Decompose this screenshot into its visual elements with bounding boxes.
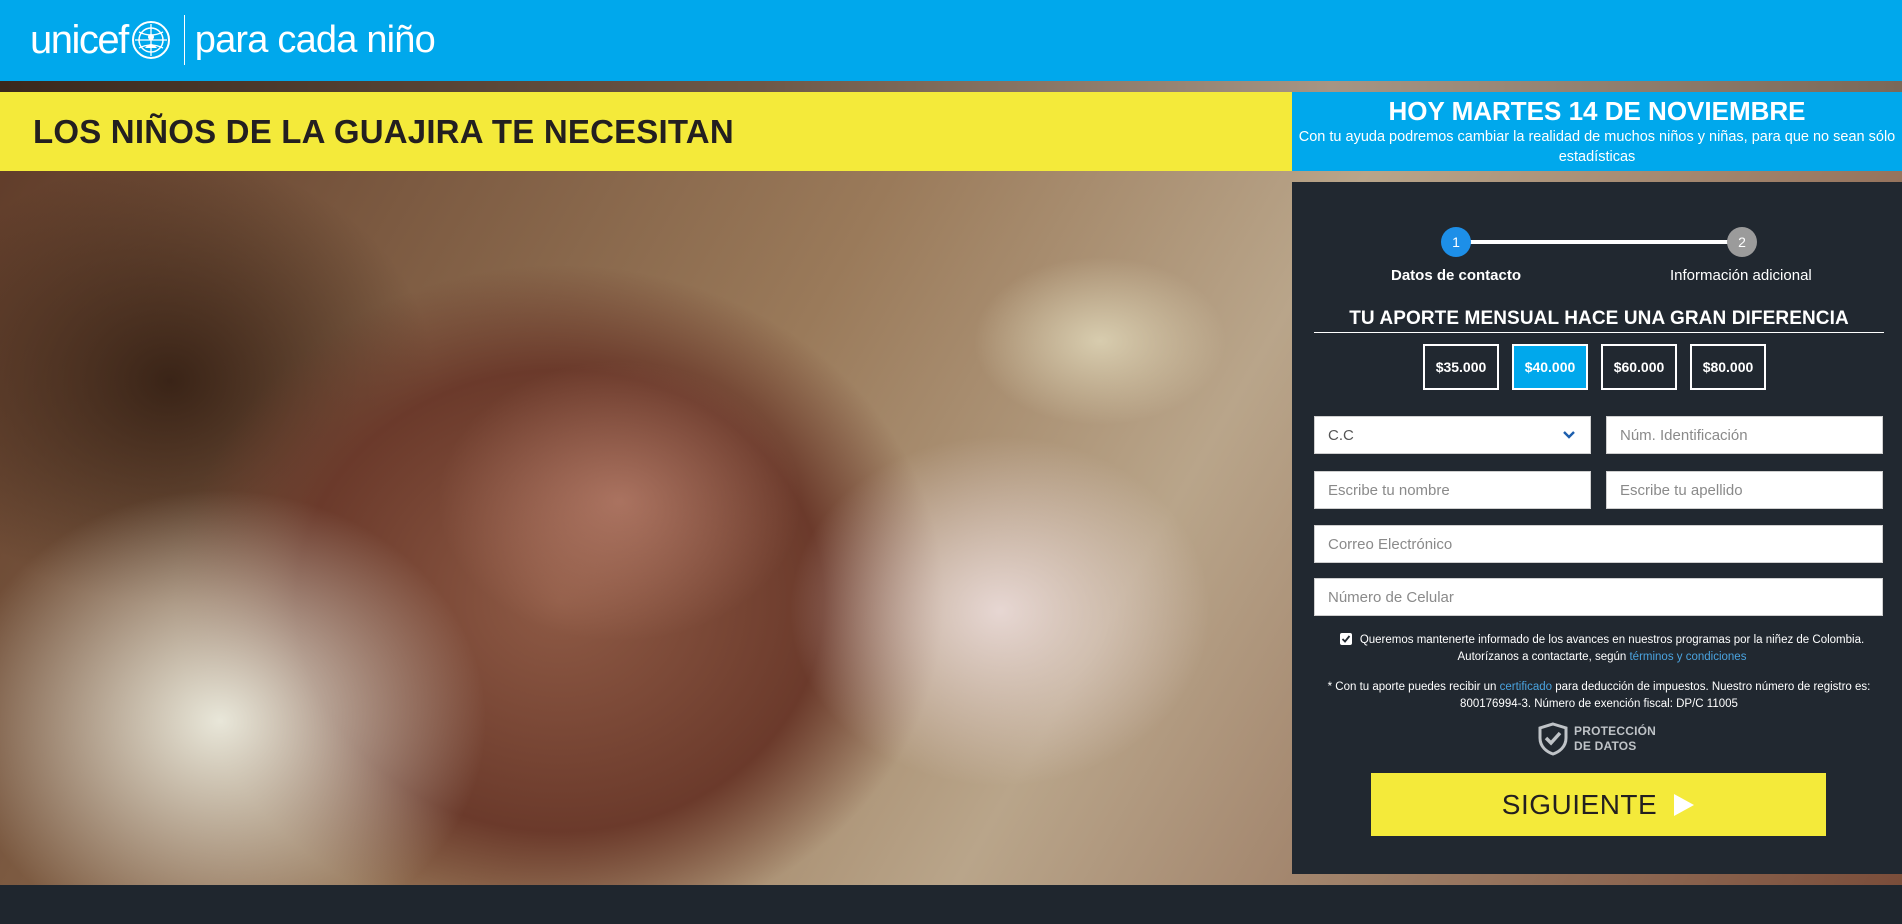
- document-type-select[interactable]: C.C: [1314, 416, 1591, 454]
- checkmark-icon: [1341, 635, 1351, 643]
- data-protection-badge: PROTECCIÓN DE DATOS: [1537, 722, 1656, 756]
- form-stepper: 1 2 Datos de contacto Información adicio…: [1292, 226, 1902, 286]
- step-1-indicator: 1: [1441, 227, 1471, 257]
- tax-note: * Con tu aporte puedes recibir un certif…: [1312, 679, 1886, 713]
- last-name-input[interactable]: [1606, 471, 1883, 509]
- stepper-line: [1456, 240, 1742, 244]
- certificate-link[interactable]: certificado: [1500, 681, 1552, 693]
- logo-wordmark: unicef: [30, 18, 129, 62]
- phone-input[interactable]: [1314, 578, 1883, 616]
- first-name-input[interactable]: [1314, 471, 1591, 509]
- amount-60000-button[interactable]: $60.000: [1601, 344, 1677, 390]
- consent-block: Queremos mantenerte informado de los ava…: [1322, 632, 1882, 666]
- step-1-label: Datos de contacto: [1391, 267, 1522, 284]
- step-2-indicator: 2: [1727, 227, 1757, 257]
- hero-top-strip: [0, 81, 1902, 92]
- amount-40000-button[interactable]: $40.000: [1512, 344, 1588, 390]
- terms-link[interactable]: términos y condiciones: [1629, 651, 1746, 663]
- consent-text: Queremos mantenerte informado de los ava…: [1359, 634, 1865, 663]
- logo-tagline: para cada niño: [194, 19, 436, 61]
- contribution-title: TU APORTE MENSUAL HACE UNA GRAN DIFERENC…: [1314, 308, 1884, 333]
- campaign-subtitle: Con tu ayuda podremos cambiar la realida…: [1298, 129, 1896, 165]
- next-button[interactable]: SIGUIENTE: [1371, 773, 1826, 836]
- campaign-date: HOY MARTES 14 DE NOVIEMBRE: [1388, 96, 1806, 126]
- document-type-value: C.C: [1328, 426, 1354, 444]
- headline-banner: LOS NIÑOS DE LA GUAJIRA TE NECESITAN: [0, 92, 1292, 171]
- shield-check-icon: [1538, 722, 1568, 756]
- chevron-down-icon: [1563, 431, 1575, 439]
- donation-form-panel: 1 2 Datos de contacto Información adicio…: [1292, 182, 1902, 874]
- amount-80000-button[interactable]: $80.000: [1690, 344, 1766, 390]
- id-number-input[interactable]: [1606, 416, 1883, 454]
- step-2-label: Información adicional: [1670, 267, 1812, 284]
- tax-note-before: * Con tu aporte puedes recibir un: [1327, 681, 1500, 693]
- amount-35000-button[interactable]: $35.000: [1423, 344, 1499, 390]
- date-panel: HOY MARTES 14 DE NOVIEMBRE Con tu ayuda …: [1292, 92, 1902, 171]
- logo-divider: [183, 15, 185, 65]
- email-input[interactable]: [1314, 525, 1883, 563]
- amount-options: $35.000 $40.000 $60.000 $80.000: [1423, 344, 1766, 390]
- page-headline: LOS NIÑOS DE LA GUAJIRA TE NECESITAN: [33, 112, 734, 150]
- protection-line-2: DE DATOS: [1574, 739, 1637, 753]
- footer-band: [0, 885, 1902, 924]
- protection-line-1: PROTECCIÓN: [1574, 724, 1657, 738]
- un-emblem-icon: [131, 21, 170, 59]
- top-bar: unicef para cada niño: [0, 0, 1902, 81]
- play-arrow-icon: [1674, 793, 1695, 816]
- consent-checkbox[interactable]: [1339, 633, 1352, 645]
- next-button-label: SIGUIENTE: [1501, 788, 1658, 820]
- unicef-logo[interactable]: unicef para cada niño: [30, 14, 436, 66]
